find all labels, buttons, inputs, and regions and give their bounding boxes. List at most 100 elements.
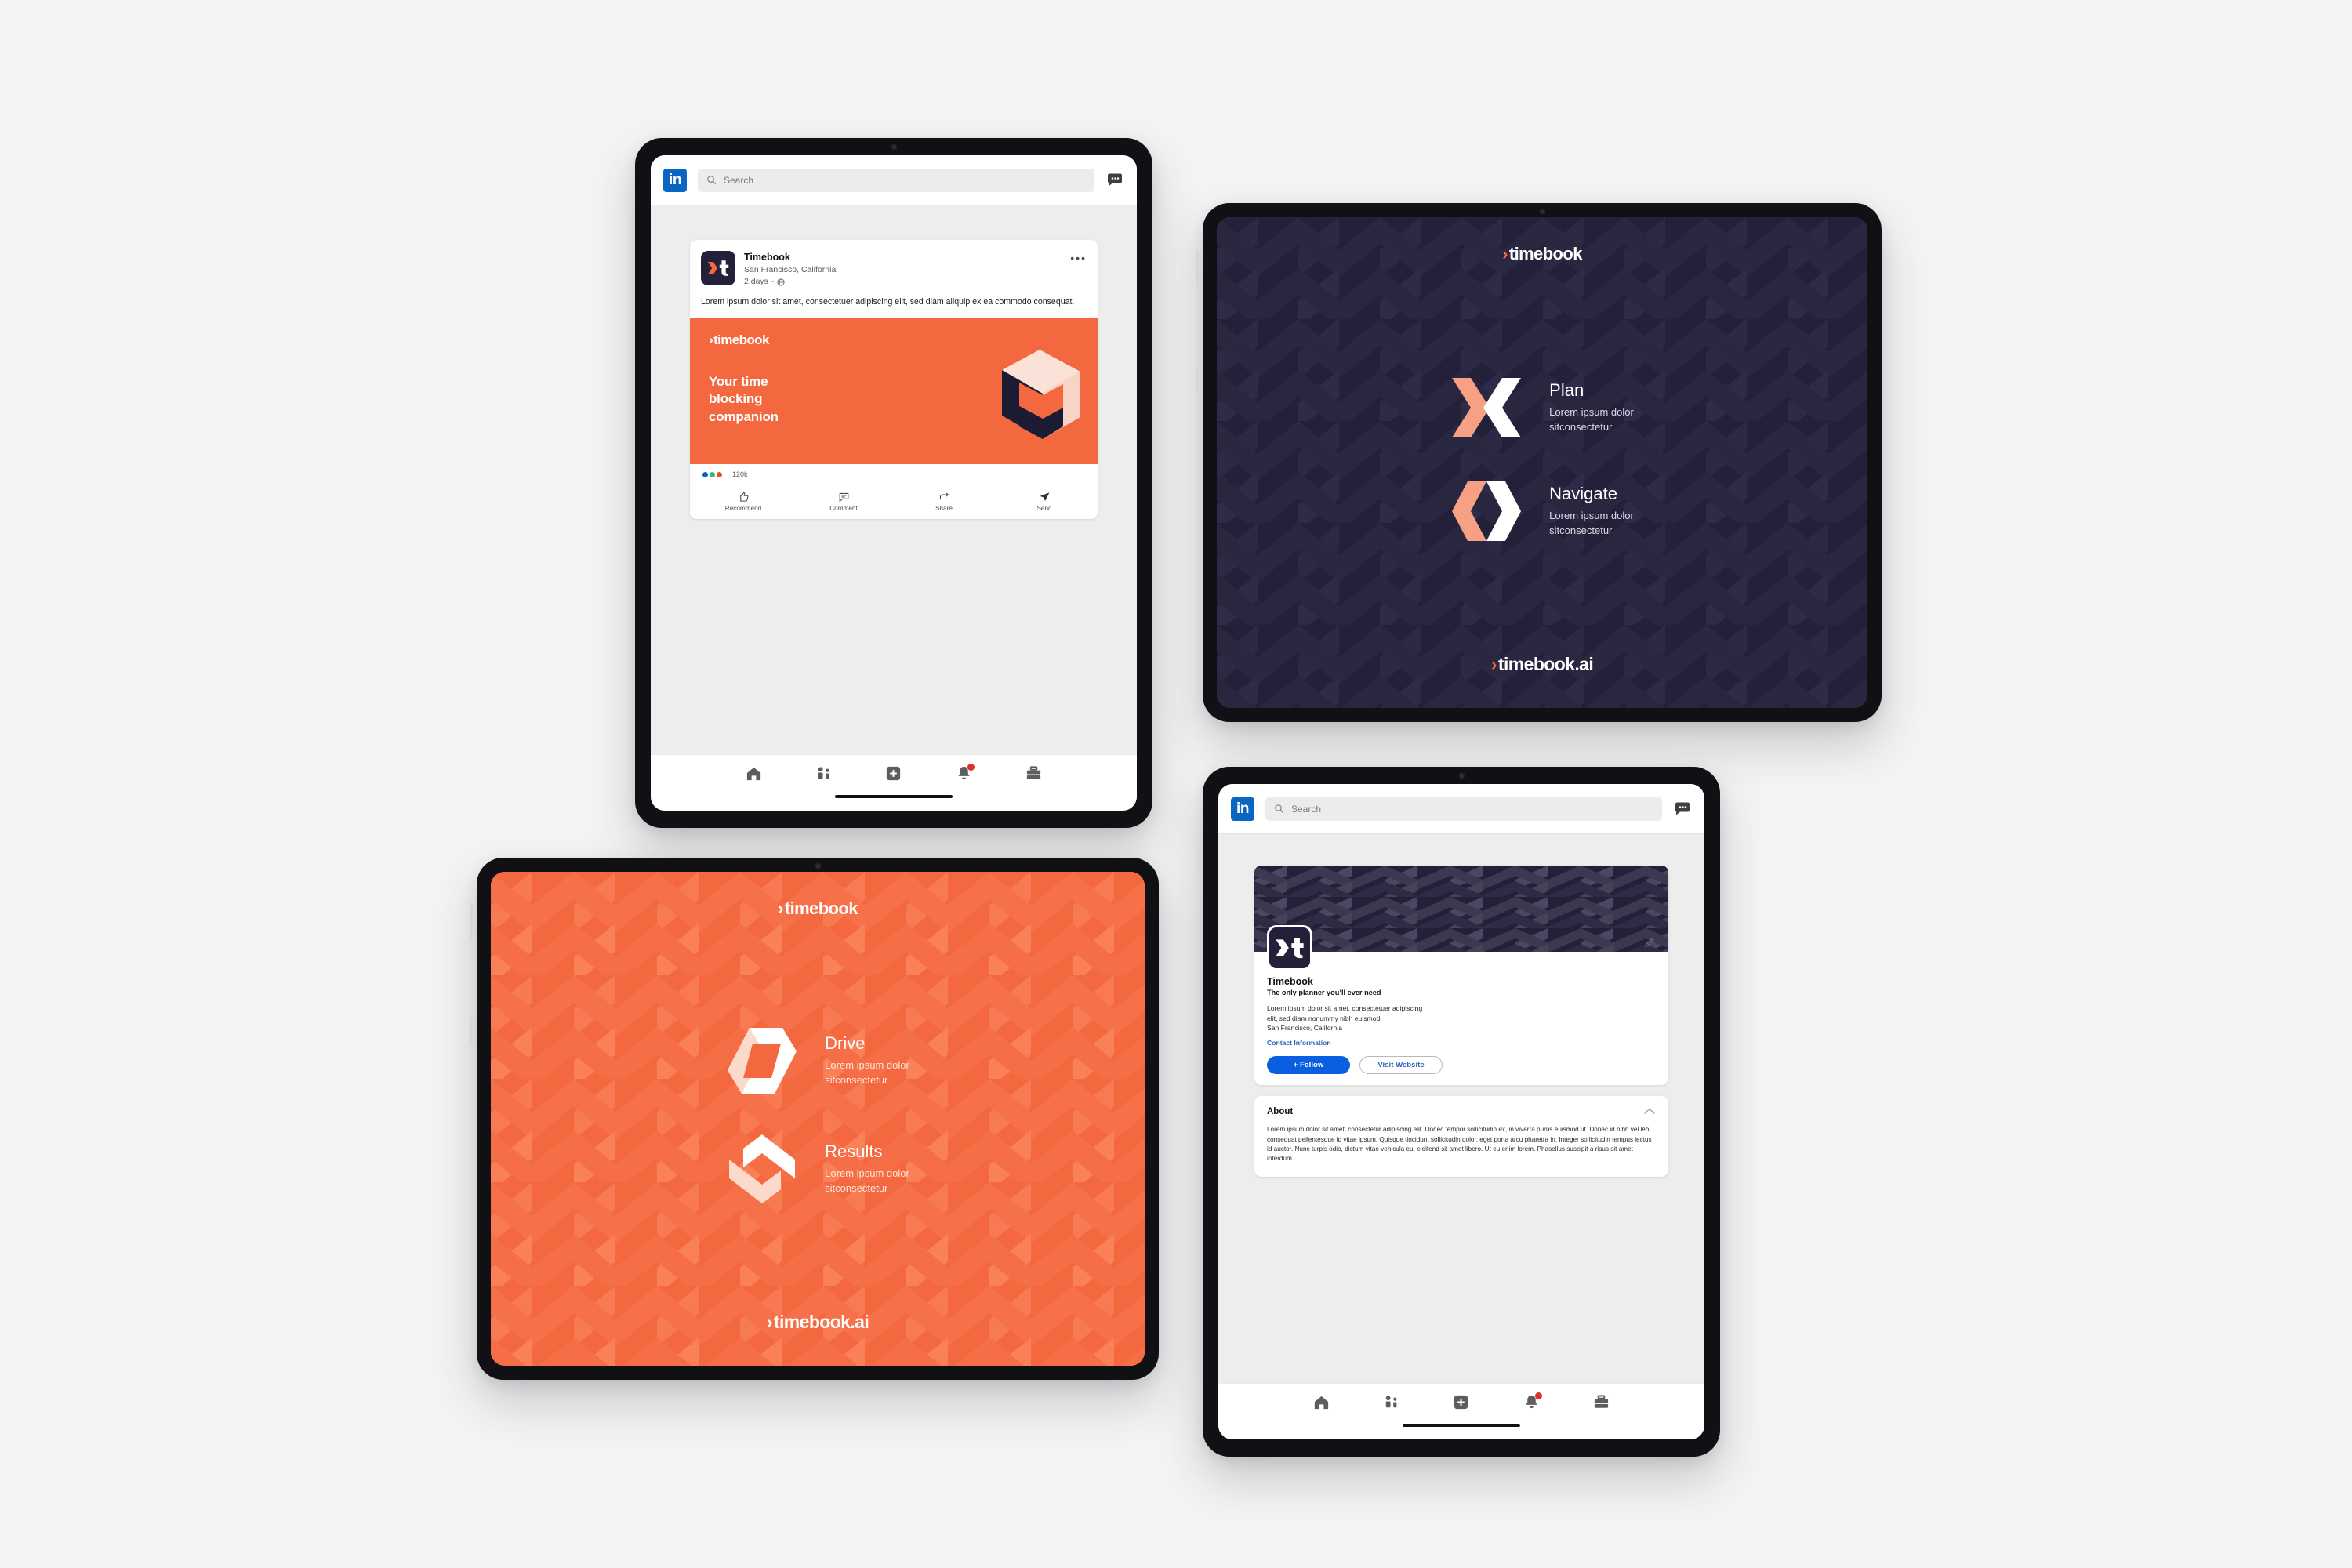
home-indicator (835, 795, 953, 798)
chevron-icon: › (1502, 244, 1508, 263)
post-image[interactable]: › timebook Your time blocking companion (690, 318, 1098, 464)
briefcase-icon[interactable] (1025, 764, 1043, 782)
messages-icon[interactable] (1105, 171, 1124, 190)
dark-slide-footer-wordmark: › timebook.ai (1491, 654, 1594, 675)
search-icon (707, 176, 717, 185)
company-name: Timebook (1267, 976, 1313, 987)
notifications-button[interactable] (955, 764, 975, 782)
share-arrow-icon (939, 492, 949, 500)
dark-slide-wordmark: › timebook (1502, 244, 1582, 264)
send-paperplane-icon (1040, 492, 1049, 502)
post-more-options-icon[interactable]: ••• (1070, 252, 1087, 264)
follow-button[interactable]: + Follow (1267, 1056, 1350, 1075)
orange-slide-footer-text: timebook.ai (773, 1312, 869, 1332)
company-desc-line2: elit, sed diam nonummy nibh euismod (1267, 1014, 1381, 1022)
tablet-device-dark-slide: › timebook Plan Lorem ipsum dolor sitcon… (1196, 198, 1887, 728)
chevron-up-icon[interactable] (1643, 1107, 1656, 1116)
search-input[interactable]: Search (698, 168, 1094, 192)
company-logo[interactable] (1267, 925, 1312, 971)
home-indicator (1403, 1424, 1520, 1427)
profile-action-buttons: + Follow Visit Website (1267, 1056, 1656, 1075)
results-chevrons-icon (729, 1134, 796, 1203)
comment-label: Comment (829, 504, 858, 512)
feature-item-plan: Plan Lorem ipsum dolor sitconsectetur (1450, 375, 1634, 441)
post-author-name[interactable]: Timebook (744, 251, 1062, 264)
reaction-love-icon (715, 470, 724, 479)
feature-title: Drive (825, 1033, 866, 1053)
feature-text-navigate: Navigate Lorem ipsum dolor sitconsectetu… (1549, 484, 1634, 539)
tablet-device-feed: in Search Timebook San Francisco, Califo… (630, 132, 1158, 833)
company-cover-image[interactable] (1254, 866, 1668, 952)
about-header: About (1267, 1107, 1656, 1116)
post-image-wordmark: › timebook (709, 332, 769, 348)
contact-information-link[interactable]: Contact Information (1267, 1039, 1656, 1047)
my-network-icon[interactable] (1382, 1393, 1400, 1411)
dark-slide-wordmark-text: timebook (1508, 244, 1583, 263)
chevron-icon: › (778, 898, 783, 918)
search-icon (1275, 804, 1284, 814)
about-body-text: Lorem ipsum dolor sit amet, consectetur … (1267, 1126, 1652, 1163)
feature-desc-line2: sitconsectetur (1549, 420, 1613, 433)
company-header-card: Timebook The only planner you’ll ever ne… (1254, 866, 1668, 1086)
home-icon[interactable] (745, 764, 763, 782)
dark-slide-footer-text: timebook.ai (1497, 654, 1594, 674)
profile-scroll-area[interactable]: Timebook The only planner you’ll ever ne… (1218, 834, 1704, 1383)
share-label: Share (935, 504, 953, 512)
post-timestamp: 2 days (744, 277, 768, 287)
linkedin-logo-icon[interactable]: in (663, 168, 687, 192)
bottom-nav-bar (651, 754, 1137, 811)
notifications-button[interactable] (1523, 1392, 1542, 1411)
recommend-label: Recommend (724, 504, 762, 512)
orange-slide: › timebook Drive Lorem ipsum dolor sitco… (491, 872, 1145, 1366)
post-action-bar: Recommend Comment Share Send (690, 484, 1098, 519)
post-timestamp-row: 2 days · (744, 276, 1062, 288)
add-post-icon[interactable] (884, 764, 902, 782)
home-icon[interactable] (1312, 1393, 1330, 1411)
my-network-icon[interactable] (815, 764, 833, 782)
isometric-cube-icon (1002, 349, 1080, 439)
pencil-icon[interactable] (1643, 936, 1656, 949)
recommend-button[interactable]: Recommend (693, 491, 793, 512)
dark-slide-screen: › timebook Plan Lorem ipsum dolor sitcon… (1217, 217, 1867, 708)
visit-website-button[interactable]: Visit Website (1359, 1056, 1443, 1075)
messages-icon[interactable] (1673, 800, 1692, 818)
feature-item-navigate: Navigate Lorem ipsum dolor sitconsectetu… (1450, 478, 1634, 544)
post-author-location: San Francisco, California (744, 264, 837, 274)
feed-post-card: Timebook San Francisco, California 2 day… (690, 240, 1098, 519)
add-post-icon[interactable] (1452, 1393, 1470, 1411)
drive-hexagon-icon (728, 1027, 797, 1094)
comment-button[interactable]: Comment (793, 491, 894, 512)
mockup-canvas: in Search Timebook San Francisco, Califo… (0, 0, 2352, 1568)
feature-desc-line1: Lorem ipsum dolor (825, 1167, 909, 1179)
feature-desc-line1: Lorem ipsum dolor (1549, 509, 1634, 521)
linkedin-logo-icon[interactable]: in (1231, 797, 1254, 821)
feature-text-plan: Plan Lorem ipsum dolor sitconsectetur (1549, 380, 1634, 435)
avatar[interactable] (701, 251, 735, 285)
feature-desc-line2: sitconsectetur (1549, 524, 1613, 536)
feature-text-drive: Drive Lorem ipsum dolor sitconsectetur (825, 1033, 909, 1088)
tablet-device-orange-slide: › timebook Drive Lorem ipsum dolor sitco… (470, 852, 1164, 1385)
profile-screen: in Search Timebook The only planner you’… (1218, 784, 1704, 1439)
about-title: About (1267, 1107, 1294, 1117)
feed-screen: in Search Timebook San Francisco, Califo… (651, 155, 1137, 811)
post-separator: · (771, 277, 775, 287)
chevron-icon: › (766, 1312, 773, 1332)
send-button[interactable]: Send (994, 491, 1094, 512)
briefcase-icon[interactable] (1592, 1393, 1610, 1411)
post-body-text: Lorem ipsum dolor sit amet, consectetuer… (701, 297, 1075, 307)
chevron-icon: › (709, 332, 713, 347)
company-desc-line1: Lorem ipsum dolor sit amet, consectetuer… (1267, 1004, 1423, 1013)
orange-slide-screen: › timebook Drive Lorem ipsum dolor sitco… (491, 872, 1145, 1366)
plan-x-icon (1452, 377, 1522, 437)
linkedin-top-bar: in Search (651, 155, 1137, 205)
about-card: About Lorem ipsum dolor sit amet, consec… (1254, 1096, 1668, 1177)
post-image-wordmark-text: timebook (713, 332, 769, 347)
post-image-headline: Your time blocking companion (709, 373, 779, 424)
feature-title: Results (825, 1141, 883, 1161)
feed-scroll-area[interactable]: Timebook San Francisco, California 2 day… (651, 205, 1137, 754)
notification-badge (967, 764, 975, 771)
globe-icon (777, 278, 785, 286)
search-input[interactable]: Search (1265, 797, 1662, 821)
timebook-logo-icon (707, 260, 729, 276)
share-button[interactable]: Share (894, 491, 994, 512)
